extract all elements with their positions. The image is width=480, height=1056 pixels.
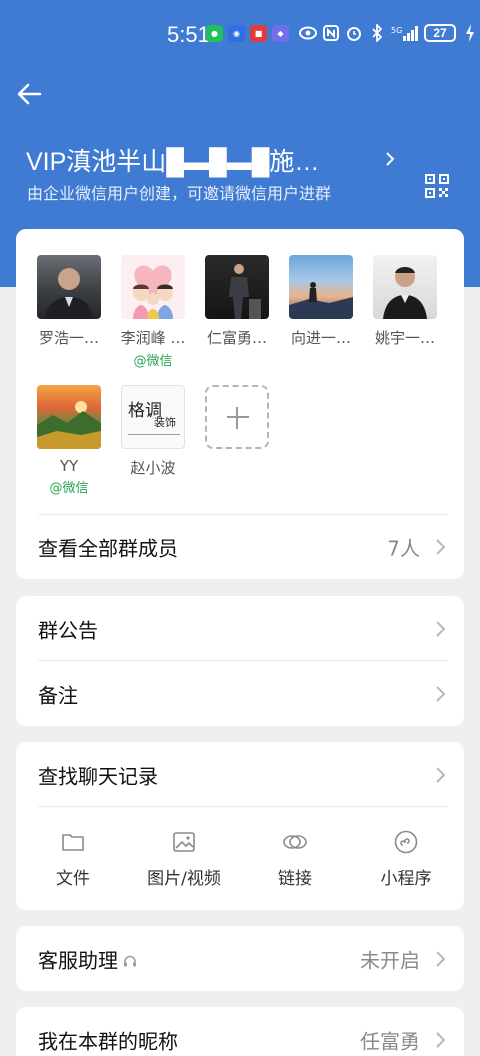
search-history-row[interactable]: 查找聊天记录 [16, 742, 464, 807]
folder-icon [62, 834, 84, 851]
eye-icon [299, 24, 317, 42]
group-title[interactable]: VIP滇池半山█▬█▬█施… [26, 142, 319, 178]
customer-service-label: 客服助理 [38, 944, 138, 973]
member-item[interactable]: YY @微信 [27, 385, 111, 496]
group-subtitle: 由企业微信用户创建，可邀请微信用户进群 [27, 184, 332, 203]
chevron-right-icon [436, 766, 446, 783]
links-button[interactable]: 链接 [245, 830, 345, 889]
files-button[interactable]: 文件 [23, 830, 123, 889]
customer-service-text: 客服助理 [38, 948, 118, 972]
announcement-label: 群公告 [38, 618, 98, 642]
customer-service-row[interactable]: 客服助理 未开启 [16, 926, 464, 991]
qr-code-button[interactable] [425, 174, 449, 198]
mini-programs-button[interactable]: 小程序 [356, 830, 456, 889]
avatar [373, 255, 437, 319]
avatar [37, 385, 101, 449]
status-app-icons: ● ◉ ■ ◆ [206, 25, 289, 42]
bluetooth-icon [368, 24, 386, 42]
svg-text:5G: 5G [391, 26, 402, 35]
member-name: 仁富勇… [206, 329, 267, 347]
remark-label: 备注 [38, 683, 78, 707]
divider [38, 514, 448, 515]
chevron-right-icon[interactable] [381, 150, 399, 168]
tool-label: 链接 [278, 869, 312, 889]
avatar: 格调 装饰 [121, 385, 185, 449]
member-name: 赵小波 [130, 459, 176, 477]
arrow-left-icon [17, 83, 42, 105]
member-count: 7人 [387, 536, 420, 560]
member-name: YY [59, 457, 79, 475]
nfc-icon [322, 24, 340, 42]
member-item[interactable]: 罗浩一… [27, 255, 111, 348]
status-bar: 5:51 ● ◉ ■ ◆ 5G 27 [0, 0, 480, 70]
group-nickname-row[interactable]: 我在本群的昵称 任富勇 [16, 1007, 464, 1056]
avatar [37, 255, 101, 319]
alarm-icon [345, 24, 363, 42]
service-card: 客服助理 未开启 [16, 926, 464, 991]
battery-indicator: 27 [424, 24, 456, 42]
mini-program-icon [394, 830, 418, 854]
chevron-right-icon [436, 538, 446, 555]
chevron-right-icon [436, 950, 446, 967]
headset-icon [124, 955, 136, 967]
members-card: 罗浩一… 李润峰 … @微信 仁富勇… 向进一… 姚宇一… YY @微信 格调 … [16, 229, 464, 579]
status-time: 5:51 [167, 22, 210, 47]
news-notification-icon: ■ [250, 25, 267, 42]
wechat-notification-icon: ● [206, 25, 223, 42]
avatar [205, 255, 269, 319]
add-member-button[interactable] [195, 385, 279, 449]
group-nickname-value: 任富勇 [360, 1029, 420, 1053]
chat-history-card: 查找聊天记录 文件 图片/视频 链接 小程序 [16, 742, 464, 910]
member-item[interactable]: 向进一… [279, 255, 363, 348]
member-name: 向进一… [290, 329, 351, 347]
group-nickname-label: 我在本群的昵称 [38, 1029, 178, 1053]
tool-label: 文件 [56, 869, 90, 889]
nickname-card: 我在本群的昵称 任富勇 [16, 1007, 464, 1056]
tool-label: 小程序 [380, 869, 432, 889]
member-name: 李润峰 … [120, 329, 186, 347]
remark-row[interactable]: 备注 [16, 661, 464, 726]
member-name: 姚宇一… [374, 329, 435, 347]
divider [38, 806, 448, 807]
signal-5g-icon: 5G [391, 24, 419, 42]
qr-code-icon [425, 174, 449, 198]
app-badge-icon: ◆ [272, 25, 289, 42]
view-all-members-row[interactable]: 查看全部群成员 7人 [16, 514, 464, 579]
tool-label: 图片/视频 [147, 869, 221, 889]
wechat-tag: @微信 [133, 354, 173, 369]
wechat-tag: @微信 [49, 481, 89, 496]
member-item[interactable]: 仁富勇… [195, 255, 279, 348]
member-name: 罗浩一… [38, 329, 99, 347]
decoration-logo-icon: 格调 装饰 [128, 401, 180, 435]
member-item[interactable]: 格调 装饰 赵小波 [111, 385, 195, 478]
search-history-label: 查找聊天记录 [38, 764, 158, 788]
image-icon [173, 832, 195, 852]
app-notification-icon: ◉ [228, 25, 245, 42]
member-item[interactable]: 姚宇一… [363, 255, 447, 348]
chevron-right-icon [436, 685, 446, 702]
avatar [289, 255, 353, 319]
plus-icon [205, 385, 269, 449]
back-button[interactable] [14, 78, 46, 110]
status-system-icons: 5G 27 [299, 24, 479, 42]
group-info-card: 群公告 备注 [16, 596, 464, 726]
link-icon [283, 835, 307, 849]
images-videos-button[interactable]: 图片/视频 [134, 830, 234, 889]
announcement-row[interactable]: 群公告 [16, 596, 464, 661]
customer-service-status: 未开启 [360, 948, 420, 972]
charging-icon [461, 24, 479, 42]
chevron-right-icon [436, 620, 446, 637]
member-item[interactable]: 李润峰 … @微信 [111, 255, 195, 369]
svg-text:装饰: 装饰 [154, 415, 176, 429]
chevron-right-icon [436, 1031, 446, 1048]
avatar [121, 255, 185, 319]
view-all-members-label: 查看全部群成员 [38, 536, 178, 560]
